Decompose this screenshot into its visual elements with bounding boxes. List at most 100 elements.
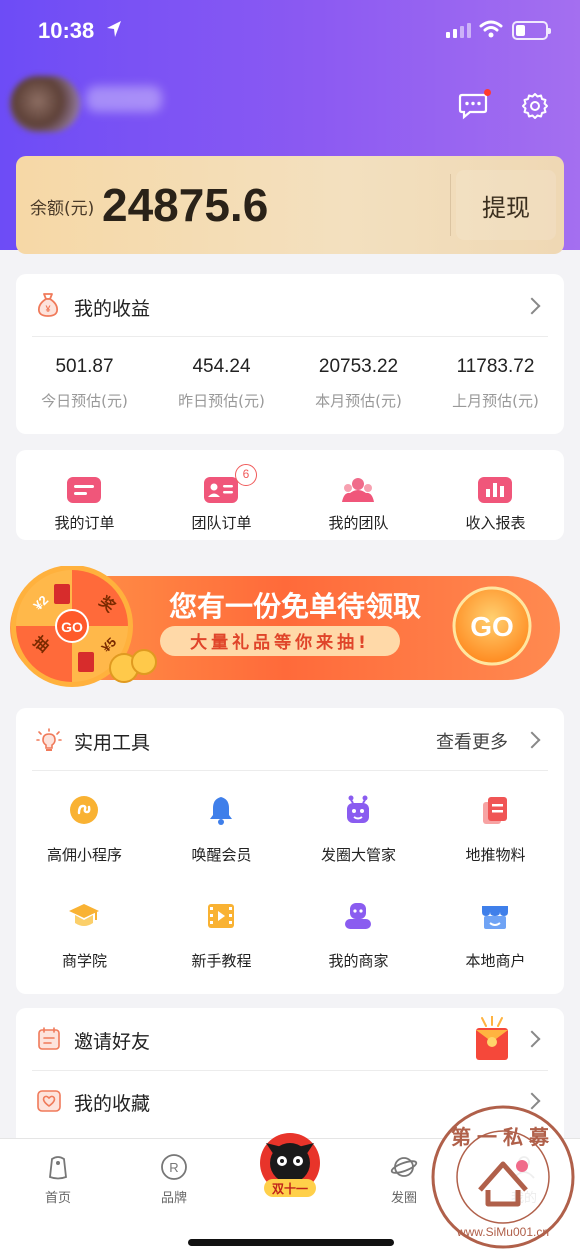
double-eleven-icon[interactable]: 双十一 [252, 1129, 328, 1205]
film-icon [208, 904, 234, 928]
bell-icon [210, 797, 232, 825]
tools-more-link[interactable]: 查看更多 [436, 728, 508, 754]
home-icon [49, 1156, 67, 1180]
stat-label: 上月预估(元) [452, 392, 539, 410]
quick-action-label: 我的订单 [54, 514, 115, 532]
tool-my-merchants[interactable]: 我的商家 [290, 886, 427, 986]
earnings-header[interactable]: ¥ 我的收益 [16, 274, 564, 336]
lightbulb-icon [36, 728, 62, 751]
chevron-right-icon [523, 297, 541, 315]
banner-go-label: GO [470, 611, 514, 642]
svg-text:¥: ¥ [45, 304, 50, 314]
chevron-right-icon [523, 731, 541, 749]
tool-label: 新手教程 [191, 952, 252, 970]
stat-value: 20753.22 [318, 356, 399, 377]
quick-action-label: 团队订单 [191, 514, 252, 532]
my-favorites-label: 我的收藏 [74, 1093, 151, 1115]
double-eleven-label: 双十一 [272, 1181, 308, 1196]
stat-value: 501.87 [55, 356, 114, 377]
planet-icon [390, 1157, 418, 1177]
tool-label: 发圈大管家 [320, 846, 396, 864]
team-orders-badge: 6 [235, 464, 257, 486]
tab-home[interactable]: 首页 [18, 1153, 98, 1206]
stat-value: 11783.72 [456, 356, 535, 377]
username-blurred [86, 86, 162, 112]
cellular-signal-icon [446, 23, 471, 38]
invite-icon [38, 1027, 60, 1050]
quick-actions-card: 我的订单 6 团队订单 我的团队 收入报表 [16, 450, 564, 540]
balance-card: 余额(元) 24875.6 提现 [16, 156, 564, 254]
gear-icon[interactable] [521, 92, 549, 120]
tool-tutorial[interactable]: 新手教程 [153, 886, 290, 986]
invite-friends-label: 邀请好友 [74, 1031, 151, 1053]
watermark-seal: 第一私募 www.SiMu001.cn [431, 1105, 575, 1249]
divider [32, 770, 548, 771]
avatar[interactable] [10, 76, 80, 132]
robot-icon [347, 795, 369, 823]
earnings-card: ¥ 我的收益 501.87 今日预估(元) 454.24 昨日预估(元) 207… [16, 274, 564, 434]
brand-icon: R [161, 1154, 187, 1180]
team-order-icon [204, 477, 238, 503]
tool-label: 商学院 [61, 952, 107, 970]
stat-last-month: 11783.72 上月预估(元) [427, 356, 564, 411]
stat-value: 454.24 [192, 356, 251, 377]
quick-action-label: 收入报表 [465, 514, 526, 532]
earnings-title: 我的收益 [74, 298, 151, 320]
watermark-url: www.SiMu001.cn [456, 1225, 549, 1239]
tool-label: 唤醒会员 [191, 846, 252, 864]
notification-dot [484, 89, 491, 96]
tool-promo-materials[interactable]: 地推物料 [427, 780, 564, 880]
tool-post-manager[interactable]: 发圈大管家 [290, 780, 427, 880]
home-indicator [188, 1239, 394, 1246]
divider [32, 336, 548, 337]
income-report-button[interactable]: 收入报表 [427, 450, 564, 540]
stat-today: 501.87 今日预估(元) [16, 356, 153, 411]
stat-yesterday: 454.24 昨日预估(元) [153, 356, 290, 411]
balance-label: 余额(元) [30, 199, 95, 219]
report-icon [478, 477, 512, 503]
withdraw-button[interactable]: 提现 [456, 170, 556, 240]
status-time: 10:38 [38, 18, 95, 43]
tool-label: 我的商家 [328, 952, 389, 970]
money-bag-icon: ¥ [37, 293, 59, 317]
wheel-go-label: GO [61, 619, 83, 635]
team-orders-button[interactable]: 6 团队订单 [153, 450, 290, 540]
message-icon[interactable] [458, 92, 488, 120]
tools-title: 实用工具 [74, 732, 151, 754]
team-icon [342, 478, 374, 502]
stat-label: 今日预估(元) [41, 392, 128, 410]
my-team-button[interactable]: 我的团队 [290, 450, 427, 540]
stat-this-month: 20753.22 本月预估(元) [290, 356, 427, 411]
tab-label: 首页 [44, 1191, 71, 1206]
quick-action-label: 我的团队 [328, 514, 389, 532]
stat-label: 本月预估(元) [315, 392, 402, 410]
tool-academy[interactable]: 商学院 [16, 886, 153, 986]
stat-label: 昨日预估(元) [178, 392, 265, 410]
svg-text:R: R [169, 1160, 178, 1175]
tool-mini-program[interactable]: 高佣小程序 [16, 780, 153, 880]
status-bar: 10:38 [0, 0, 580, 62]
invite-friends-row[interactable]: 邀请好友 [16, 1008, 564, 1071]
tools-card: 实用工具 查看更多 高佣小程序 唤醒会员 发圈大管家 地推物料 商学院 新手教程… [16, 708, 564, 994]
banner-subtitle: 大量礼品等你来抽! [190, 632, 370, 653]
location-arrow-icon [107, 21, 121, 37]
tool-label: 高佣小程序 [46, 846, 122, 864]
tool-label: 地推物料 [465, 846, 526, 864]
wifi-icon [479, 20, 503, 38]
divider [450, 174, 451, 236]
free-order-banner[interactable]: GO ¥2 奖 ¥5 抽 您有一份免单待领取 大量礼品等你来抽! GO [0, 566, 580, 688]
red-envelope-icon [476, 1016, 508, 1060]
banner-headline: 您有一份免单待领取 [169, 590, 421, 623]
tool-local-merchants[interactable]: 本地商户 [427, 886, 564, 986]
order-icon [67, 477, 101, 503]
mini-program-icon [70, 796, 98, 824]
merchant-icon [345, 903, 371, 929]
tool-wake-members[interactable]: 唤醒会员 [153, 780, 290, 880]
chevron-right-icon [523, 1030, 541, 1048]
my-orders-button[interactable]: 我的订单 [16, 450, 153, 540]
tab-label: 品牌 [160, 1191, 187, 1206]
tool-label: 本地商户 [465, 952, 526, 970]
heart-icon [37, 1090, 61, 1112]
shop-icon [482, 906, 508, 929]
tab-brand[interactable]: R 品牌 [134, 1153, 214, 1206]
